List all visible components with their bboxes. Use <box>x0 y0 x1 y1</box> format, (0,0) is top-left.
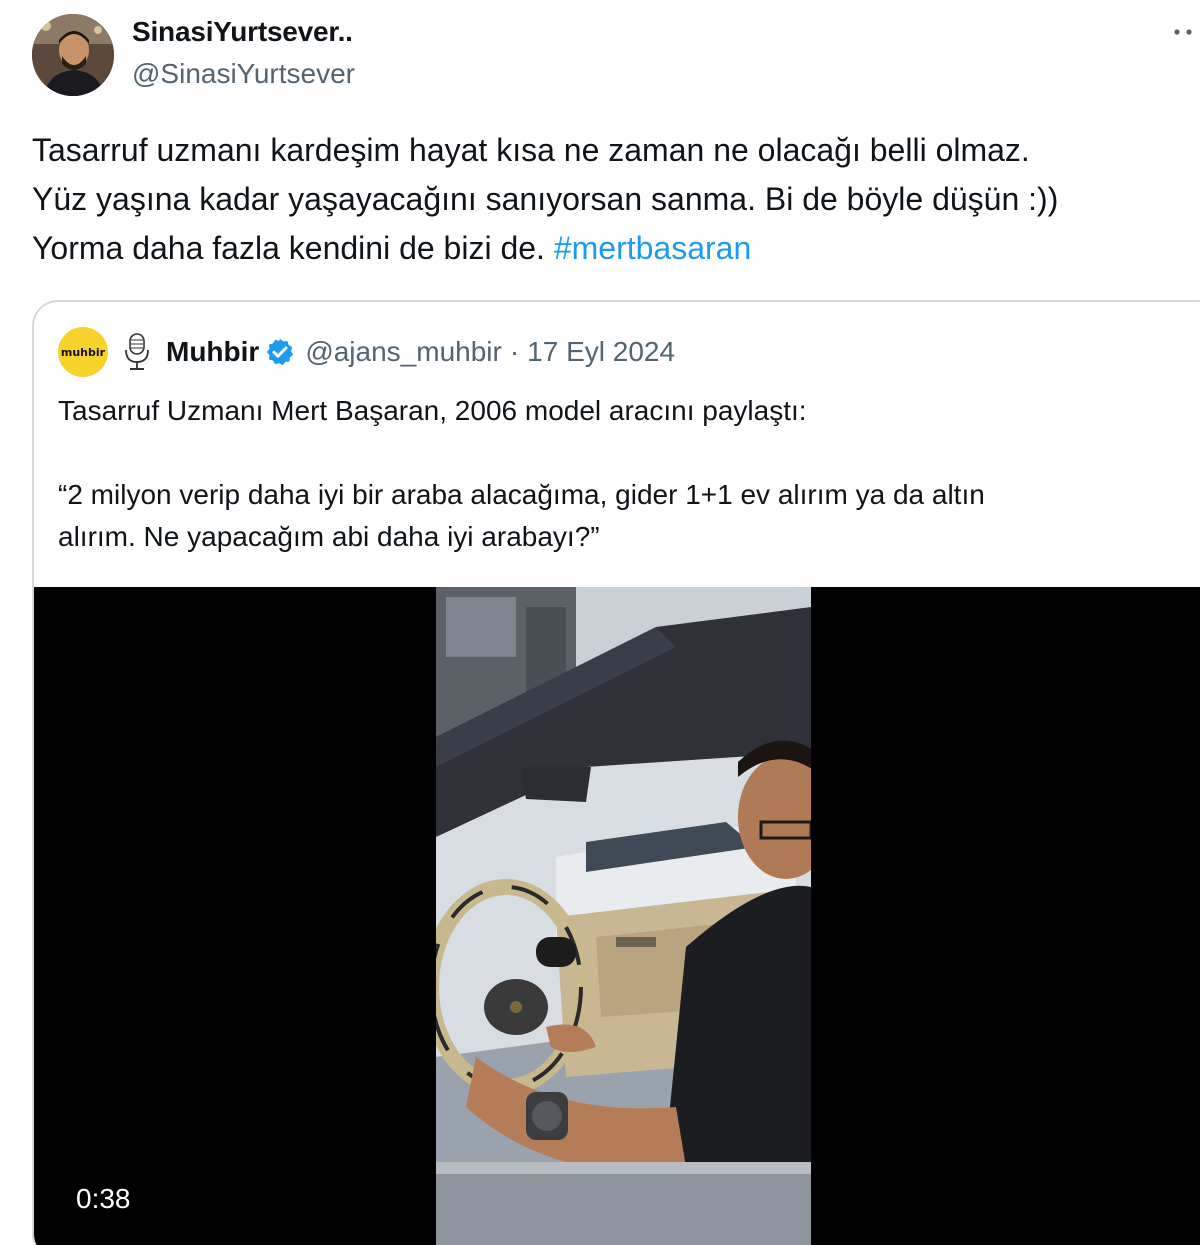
tweet-text: Tasarruf uzmanı kardeşim hayat kısa ne z… <box>32 126 1192 273</box>
separator-dot: · <box>509 336 520 367</box>
quoted-text-line: Tasarruf Uzmanı Mert Başaran, 2006 model… <box>58 395 807 426</box>
video-duration-badge: 0:38 <box>76 1183 131 1214</box>
tweet-text-line: Yorma daha fazla kendini de bizi de. #me… <box>32 224 1192 273</box>
more-dots-icon[interactable] <box>1172 22 1198 42</box>
quoted-author-logo-text: muhbir <box>60 345 106 359</box>
quoted-tweet-text: Tasarruf Uzmanı Mert Başaran, 2006 model… <box>58 390 1188 558</box>
quoted-tweet-header: muhbir Muhbir @ajans_muhbir · 17 Eyl 202… <box>58 326 675 378</box>
video-thumbnail[interactable] <box>436 587 811 1245</box>
video-player[interactable]: 0:38 <box>34 587 1200 1245</box>
quoted-author-handle[interactable]: @ajans_muhbir <box>305 336 502 368</box>
author-name[interactable]: SinasiYurtsever.. <box>132 16 353 48</box>
tweet-text-line-content: Yorma daha fazla kendini de bizi de. <box>32 230 545 266</box>
author-avatar[interactable] <box>32 14 114 96</box>
tweet[interactable]: SinasiYurtsever.. @SinasiYurtsever Tasar… <box>0 0 1200 1245</box>
verified-badge-icon <box>265 337 295 367</box>
quoted-tweet-date[interactable]: 17 Eyl 2024 <box>527 336 675 368</box>
microphone-icon <box>120 332 154 372</box>
quoted-author-avatar[interactable]: muhbir <box>58 327 108 377</box>
quoted-author-name[interactable]: Muhbir <box>166 336 259 368</box>
author-handle[interactable]: @SinasiYurtsever <box>132 58 355 90</box>
quoted-text-line: “2 milyon verip daha iyi bir araba alaca… <box>58 479 985 510</box>
tweet-text-line: Yüz yaşına kadar yaşayacağını sanıyorsan… <box>32 181 1059 217</box>
quoted-tweet[interactable]: muhbir Muhbir @ajans_muhbir · 17 Eyl 202… <box>32 300 1200 1245</box>
quoted-text-line: alırım. Ne yapacağım abi daha iyi arabay… <box>58 521 600 552</box>
hashtag-link[interactable]: #mertbasaran <box>554 230 751 266</box>
tweet-text-line: Tasarruf uzmanı kardeşim hayat kısa ne z… <box>32 132 1030 168</box>
